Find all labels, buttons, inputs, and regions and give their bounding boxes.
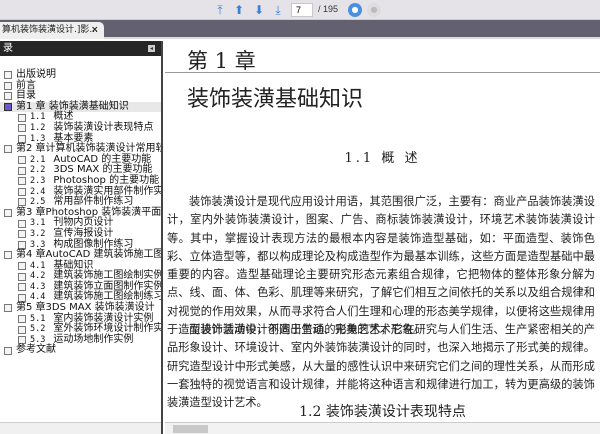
- bookmark-number: 3.2: [30, 228, 46, 239]
- bookmark-icon: [4, 304, 12, 313]
- document-horizontal-scrollbar[interactable]: [165, 422, 600, 434]
- bookmarks-title: 录: [3, 43, 13, 54]
- bookmarks-panel: 录 ◂ 出版说明 前言 目录 第1 章 装饰装潢基础知识 1.1 概述 1.2 装饰装潢设计表…: [0, 41, 163, 434]
- bookmark-icon: [18, 283, 26, 292]
- bookmark-number: 3.1: [30, 218, 46, 229]
- bookmark-icon: [4, 145, 12, 154]
- bookmark-icon: [18, 166, 26, 175]
- bookmark-number: 1.1: [30, 112, 46, 123]
- section-heading: 1.1 概 述: [344, 151, 421, 166]
- bookmark-label: Photoshop 的主要功能: [53, 174, 160, 186]
- page-number-input[interactable]: [291, 3, 313, 17]
- bookmark-number: 4.2: [30, 271, 46, 282]
- bookmark-icon: [18, 113, 26, 122]
- bookmark-icon: [18, 177, 26, 186]
- bookmark-number: 5.2: [30, 324, 46, 335]
- bookmark-icon: [18, 230, 26, 239]
- bookmark-item[interactable]: 出版说明: [0, 69, 161, 81]
- bookmark-icon: [18, 124, 26, 133]
- bookmark-label: 宣传海报设计: [53, 227, 114, 239]
- document-tab[interactable]: 算机装饰装潢设计.]影... ×: [0, 22, 104, 39]
- tab-title: 算机装饰装潢设计.]影...: [2, 25, 98, 35]
- bookmark-icon: [18, 325, 26, 334]
- bookmark-icon: [4, 81, 12, 90]
- bookmark-number: 1.2: [30, 122, 46, 133]
- bookmark-icon: [18, 134, 26, 143]
- first-page-icon[interactable]: ⤒: [213, 3, 227, 17]
- bookmark-icon: [18, 314, 26, 323]
- bookmark-icon: [4, 92, 12, 101]
- next-page-icon[interactable]: ⬇: [252, 3, 266, 17]
- bookmark-icon: [4, 209, 12, 218]
- document-view: 第 1 章 装饰装潢基础知识 1.1 概 述 装饰装潢设计是现代应用设计用语，其…: [165, 41, 600, 422]
- bookmark-icon: [18, 240, 26, 249]
- bookmark-item[interactable]: 3.2 宣传海报设计: [0, 227, 161, 240]
- bookmark-icon: [18, 156, 26, 165]
- bookmark-item[interactable]: 参考文献: [0, 345, 161, 356]
- collapse-panel-icon[interactable]: ◂: [148, 45, 155, 52]
- bookmark-label: 运动场地制作实例: [53, 333, 134, 345]
- bookmark-icon: [18, 336, 26, 345]
- bookmark-item[interactable]: 1.2 装饰装潢设计表现特点: [0, 121, 161, 134]
- bookmark-number: 2.1: [30, 154, 46, 165]
- last-page-icon[interactable]: ⤓: [271, 3, 285, 17]
- bookmark-icon: [18, 219, 26, 228]
- bookmark-icon: [18, 293, 26, 302]
- bookmark-icon: [18, 187, 26, 196]
- bookmark-number: 2.4: [30, 186, 46, 197]
- bookmark-label: 参考文献: [16, 344, 56, 356]
- chapter-number: 第 1 章: [187, 49, 256, 73]
- bookmark-item[interactable]: 第1 章 装饰装潢基础知识: [0, 101, 161, 113]
- bookmark-number: 5.1: [30, 313, 46, 324]
- bookmark-label: 装饰装潢设计表现特点: [53, 121, 154, 133]
- bookmark-icon: [4, 103, 12, 112]
- bookmark-number: 2.2: [30, 165, 46, 176]
- bookmark-icon: [4, 346, 12, 355]
- bookmark-icon: [4, 251, 12, 260]
- bookmark-item[interactable]: 2.3 Photoshop 的主要功能: [0, 174, 161, 187]
- bookmark-number: 4.3: [30, 281, 46, 292]
- back-icon[interactable]: ●: [348, 3, 362, 17]
- previous-page-icon[interactable]: ⬆: [232, 3, 246, 17]
- forward-icon[interactable]: ●: [367, 3, 381, 17]
- bookmark-icon: [4, 71, 12, 80]
- sidebar-horizontal-scrollbar[interactable]: [0, 422, 161, 434]
- toolbar: ⤒ ⬆ ⬇ ⤓ / 195 ● ●: [0, 0, 600, 20]
- close-tab-icon[interactable]: ×: [91, 22, 99, 39]
- scrollbar-thumb[interactable]: [173, 425, 208, 433]
- chapter-title: 装饰装潢基础知识: [187, 87, 364, 112]
- bookmark-tree: 出版说明 前言 目录 第1 章 装饰装潢基础知识 1.1 概述 1.2 装饰装潢设计表现特点 1…: [0, 56, 161, 416]
- page-total: / 195: [318, 4, 339, 14]
- bookmark-number: 2.3: [30, 175, 46, 186]
- section-heading: 1.2 装饰装潢设计表现特点: [299, 404, 466, 420]
- bookmarks-header: 录 ◂: [0, 41, 161, 56]
- bookmark-icon: [18, 261, 26, 270]
- paragraph: 装饰装潢设计是现代应用设计用语，其范围很广泛，主要有：商业产品装饰装潢设计，室内…: [167, 195, 595, 337]
- tab-bar: 算机装饰装潢设计.]影... ×: [0, 20, 600, 39]
- bookmark-number: 4.1: [30, 260, 46, 271]
- bookmark-label: 出版说明: [16, 69, 56, 80]
- bookmark-icon: [18, 272, 26, 281]
- paragraph: 而装饰装潢设计不同于普通的形象艺术，它在研究与人们生活、生产紧密相关的产品形象设…: [167, 323, 595, 410]
- chapter-divider: [165, 72, 600, 73]
- bookmark-icon: [18, 198, 26, 207]
